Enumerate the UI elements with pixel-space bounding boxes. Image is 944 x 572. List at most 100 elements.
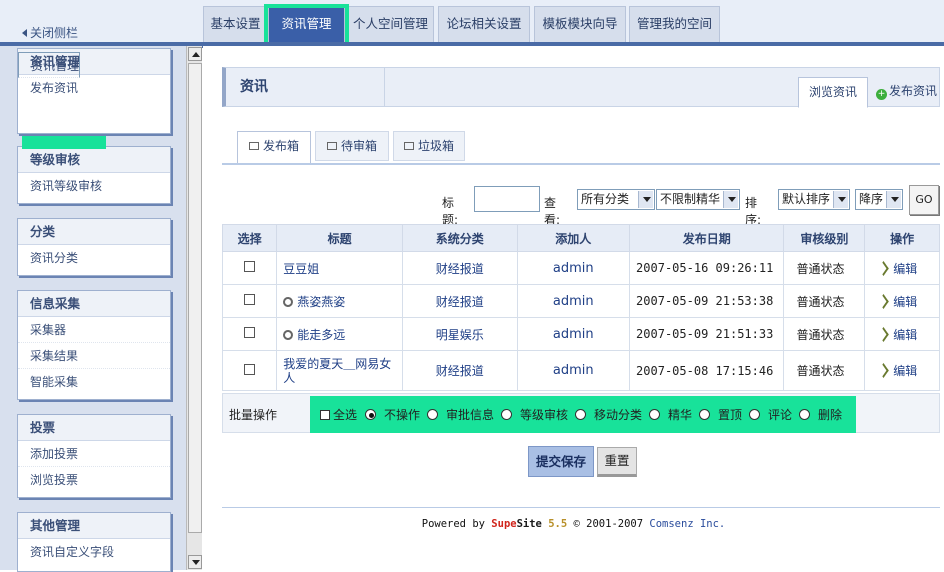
subtab-pending[interactable]: 待审箱 — [315, 131, 389, 161]
main-content: 资讯 浏览资讯 + 发布资讯 发布箱 待审箱 垃圾箱 标题: 查看: 所有分类 不… — [203, 46, 944, 570]
company-link[interactable]: Comsenz Inc. — [649, 518, 725, 530]
radio-move-category[interactable]: 移动分类 — [575, 406, 642, 423]
sidebar-scrollbar[interactable] — [186, 46, 202, 570]
subtab-trash[interactable]: 垃圾箱 — [393, 131, 465, 161]
tab-publish-news[interactable]: + 发布资讯 — [876, 77, 944, 106]
category-cell: 财经报道 — [402, 350, 518, 391]
edit-label: 编辑 — [893, 261, 918, 276]
edit-link[interactable]: 编辑 — [865, 260, 918, 276]
radio-level-review[interactable]: 等级审核 — [501, 406, 568, 423]
close-sidebar-label: 关闭侧栏 — [30, 26, 79, 40]
category-link[interactable]: 财经报道 — [436, 295, 484, 309]
page-title: 资讯 — [240, 79, 268, 95]
tab-personal-space[interactable]: 个人空间管理 — [347, 6, 434, 42]
select-all-label: 全选 — [333, 408, 358, 422]
radio-icon — [575, 409, 586, 420]
tab-template-wizard[interactable]: 模板模块向导 — [534, 6, 626, 42]
box-icon — [326, 142, 337, 150]
sidebar-section-title: 投票 — [18, 415, 170, 441]
scroll-thumb[interactable] — [188, 63, 202, 533]
pencil-icon — [878, 326, 890, 342]
scroll-down-icon[interactable] — [188, 555, 202, 569]
tab-manage-my-space[interactable]: 管理我的空间 — [629, 6, 720, 42]
radio-sticky[interactable]: 置顶 — [699, 406, 742, 423]
author-link[interactable]: admin — [553, 261, 594, 276]
brand-supe[interactable]: Supe — [491, 518, 516, 530]
category-cell: 财经报道 — [402, 251, 518, 285]
sidebar-section-title: 分类 — [18, 219, 170, 245]
scroll-up-icon[interactable] — [188, 47, 202, 61]
title-search-input[interactable] — [474, 186, 540, 212]
row-select-cell — [221, 317, 278, 351]
title-link[interactable]: 燕姿燕姿 — [277, 294, 345, 309]
submit-save-button[interactable]: 提交保存 — [528, 446, 594, 477]
sidebar-section-review: 等级审核 资讯等级审核 — [17, 146, 171, 204]
sidebar-item-news-management[interactable]: 资讯管理 — [18, 52, 81, 78]
row-checkbox[interactable] — [244, 294, 256, 305]
row-checkbox[interactable] — [244, 327, 256, 338]
sidebar-section-title: 其他管理 — [18, 513, 170, 539]
radio-digest[interactable]: 精华 — [649, 406, 692, 423]
close-sidebar-link[interactable]: 关闭侧栏 — [22, 24, 78, 41]
category-select[interactable]: 所有分类 — [577, 189, 655, 210]
edit-link[interactable]: 编辑 — [865, 326, 917, 342]
author-link[interactable]: admin — [553, 294, 594, 309]
row-checkbox[interactable] — [244, 261, 256, 272]
brand-site[interactable]: Site — [517, 518, 542, 530]
sidebar-item-add-vote[interactable]: 添加投票 — [18, 441, 170, 467]
column-header: 添加人 — [516, 224, 631, 252]
edit-label: 编辑 — [893, 294, 918, 309]
go-button[interactable]: GO — [909, 185, 939, 215]
sidebar-item-custom-fields[interactable]: 资讯自定义字段 — [18, 539, 170, 565]
title-link[interactable]: 我爱的夏天＿网易女人 — [283, 357, 391, 385]
sidebar-section-news: 资讯管理 资讯管理 发布资讯 — [17, 48, 171, 134]
status-cell: 普通状态 — [783, 317, 866, 351]
chevron-down-icon — [723, 191, 738, 208]
order-select[interactable]: 降序 — [855, 189, 903, 210]
sidebar-item-news-category[interactable]: 资讯分类 — [18, 245, 170, 271]
category-link[interactable]: 财经报道 — [436, 364, 484, 378]
sidebar-item-collector[interactable]: 采集器 — [18, 317, 170, 343]
title-link[interactable]: 豆豆姐 — [277, 262, 319, 276]
sidebar-item-smart-collect[interactable]: 智能采集 — [18, 369, 170, 395]
radio-approve-info[interactable]: 审批信息 — [427, 406, 494, 423]
category-cell: 明星娱乐 — [402, 317, 518, 351]
radio-no-operation[interactable]: 不操作 — [365, 406, 420, 423]
title-link[interactable]: 能走多远 — [277, 327, 345, 342]
table-row: 能走多远 明星娱乐 admin 2007-05-09 21:51:33 普通状态… — [221, 317, 940, 351]
author-cell: admin — [516, 350, 631, 391]
row-select-cell — [221, 350, 278, 391]
subtab-divider — [222, 163, 940, 165]
radio-comment[interactable]: 评论 — [749, 406, 792, 423]
edit-link[interactable]: 编辑 — [865, 363, 917, 378]
tab-publish-label: 发布资讯 — [889, 84, 938, 98]
sidebar-item-browse-vote[interactable]: 浏览投票 — [18, 467, 170, 493]
category-link[interactable]: 明星娱乐 — [436, 328, 484, 342]
status-cell: 普通状态 — [783, 251, 866, 285]
tab-forum-settings[interactable]: 论坛相关设置 — [438, 6, 530, 42]
action-cell: 编辑 — [864, 284, 940, 318]
sidebar-section-title: 等级审核 — [18, 147, 170, 173]
tab-browse-news[interactable]: 浏览资讯 — [798, 77, 868, 108]
author-link[interactable]: admin — [553, 327, 594, 342]
action-cell: 编辑 — [864, 251, 940, 285]
sidebar-item-collect-result[interactable]: 采集结果 — [18, 343, 170, 369]
radio-label: 等级审核 — [520, 408, 569, 422]
tab-basic-settings[interactable]: 基本设置 — [203, 6, 268, 42]
author-link[interactable]: admin — [553, 363, 594, 378]
category-link[interactable]: 财经报道 — [436, 262, 484, 276]
author-cell: admin — [516, 251, 631, 285]
sidebar-item-level-review[interactable]: 资讯等级审核 — [18, 173, 170, 199]
trash-icon — [403, 142, 414, 150]
reset-button[interactable]: 重置 — [597, 447, 637, 477]
row-checkbox[interactable] — [244, 363, 256, 375]
news-table: 选择 标题 系统分类 添加人 发布日期 审核级别 操作 豆豆姐 财经报道 adm… — [221, 224, 940, 391]
subtab-published[interactable]: 发布箱 — [237, 131, 311, 164]
digest-select[interactable]: 不限制精华 — [656, 189, 740, 210]
sort-select[interactable]: 默认排序 — [778, 189, 850, 210]
radio-delete[interactable]: 删除 — [799, 406, 842, 423]
radio-icon — [699, 409, 710, 420]
edit-link[interactable]: 编辑 — [865, 293, 918, 309]
select-all-checkbox[interactable]: 全选 — [320, 406, 357, 423]
subtab-label: 发布箱 — [262, 139, 299, 153]
